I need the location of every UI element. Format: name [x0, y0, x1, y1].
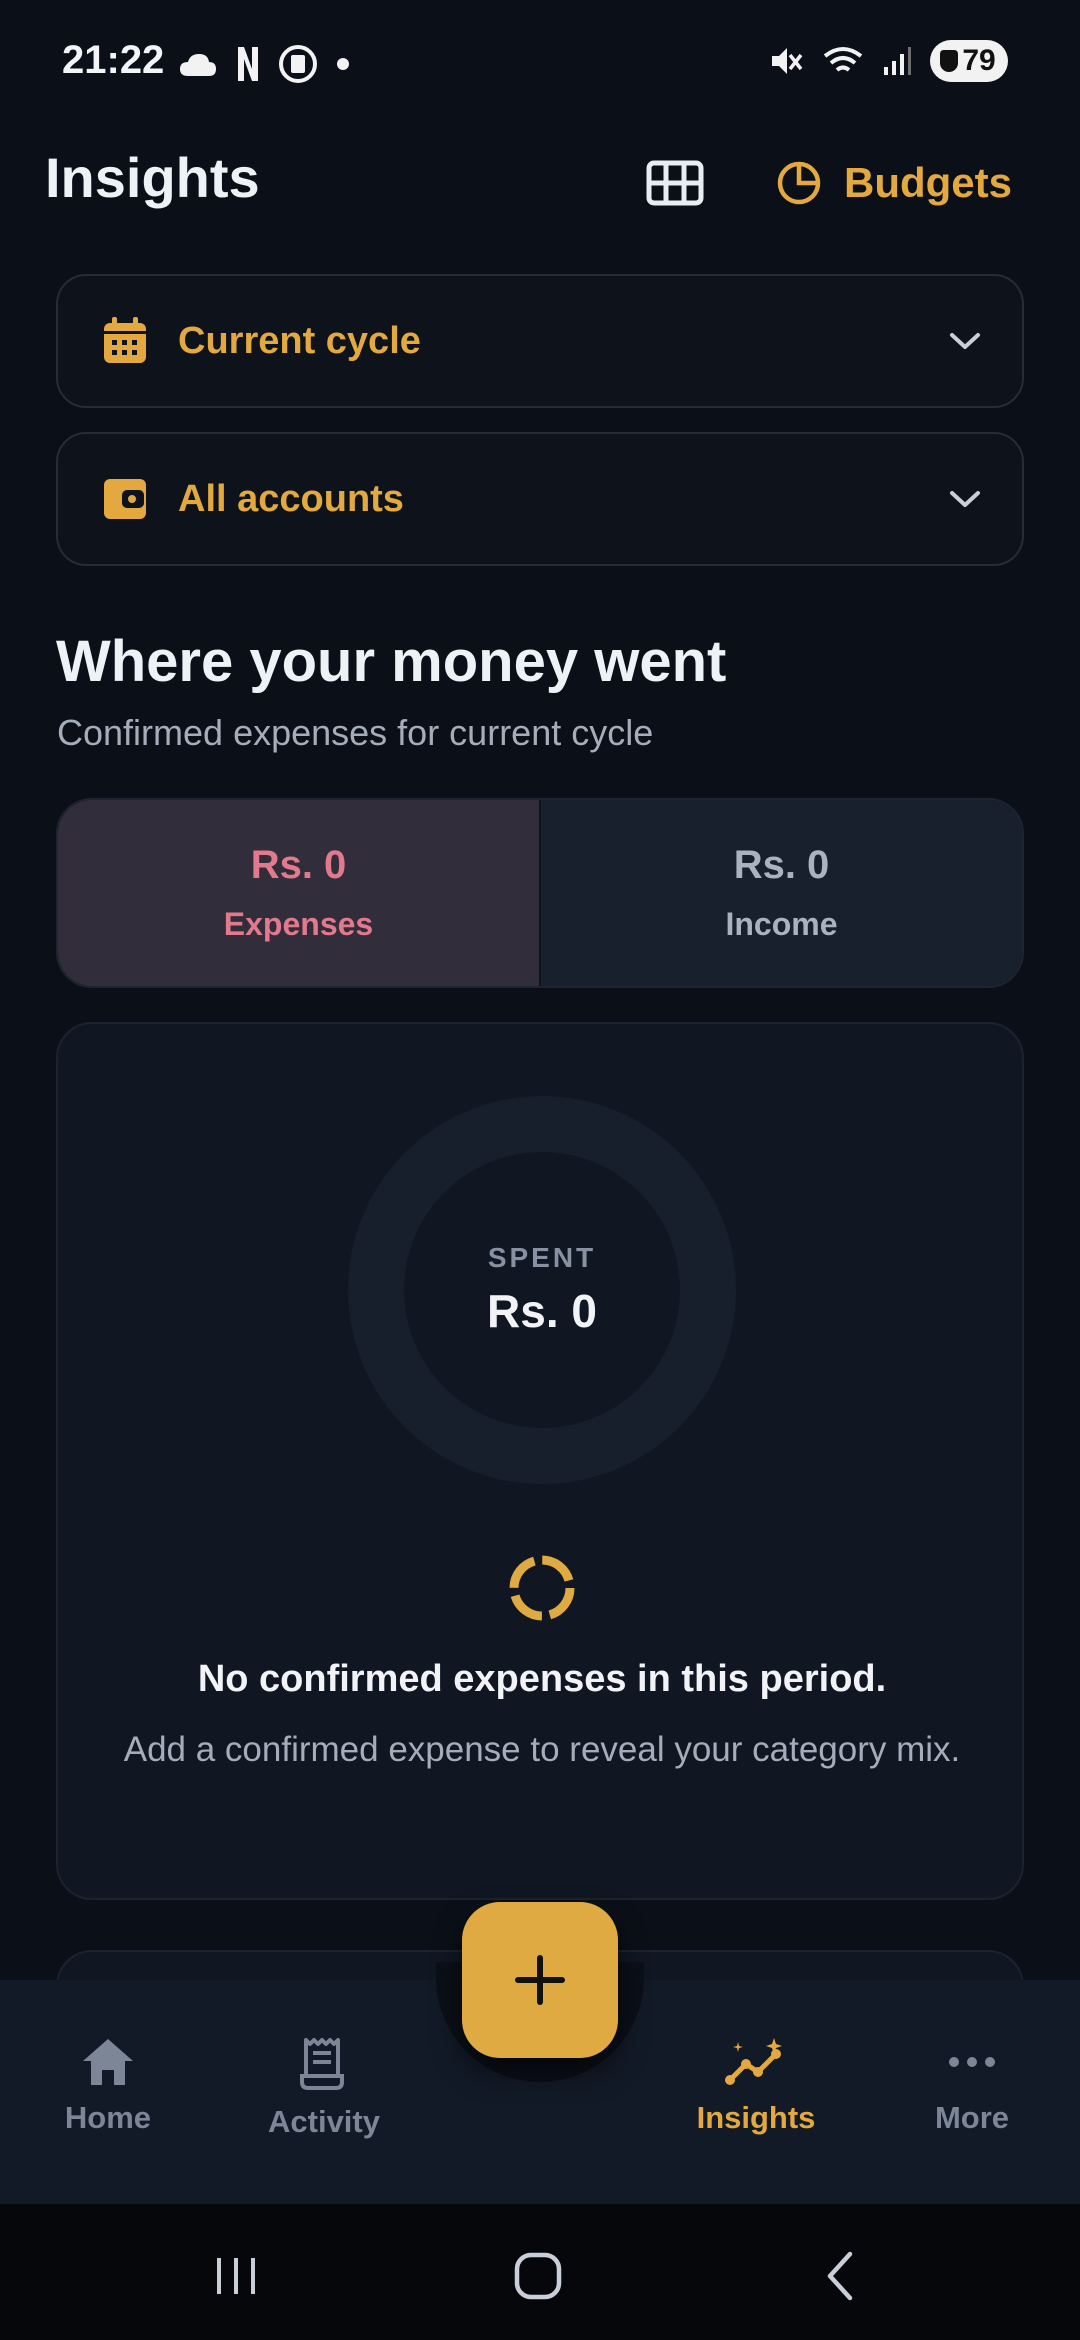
home-circle-icon: [514, 2252, 562, 2300]
app-notification-icon: [279, 45, 317, 83]
battery-level: 79: [962, 44, 996, 77]
cycle-dropdown[interactable]: Current cycle: [56, 274, 1024, 408]
section-title: Where your money went: [56, 629, 727, 694]
expense-income-toggle: Rs. 0 Expenses Rs. 0 Income: [56, 798, 1024, 988]
recent-apps-icon: [217, 2258, 255, 2294]
nav-home[interactable]: Home: [18, 2036, 198, 2136]
status-notification-icons: [178, 44, 350, 84]
chevron-down-icon: [950, 491, 980, 507]
dot-icon: [337, 58, 349, 70]
status-system-icons: 79: [768, 40, 1008, 82]
receipt-icon: [300, 2038, 344, 2090]
budgets-button[interactable]: Budgets: [776, 148, 1012, 218]
recent-apps-button[interactable]: [196, 2246, 276, 2306]
battery-indicator: 79: [930, 40, 1008, 82]
mute-icon: [772, 48, 803, 74]
accounts-dropdown-label: All accounts: [178, 477, 404, 520]
donut-center: SPENT Rs. 0: [348, 1096, 736, 1484]
calendar-icon: [104, 317, 146, 363]
wallet-icon: [104, 479, 146, 519]
home-icon: [83, 2039, 133, 2085]
add-transaction-button[interactable]: [462, 1902, 618, 2058]
expenses-tab[interactable]: Rs. 0 Expenses: [58, 800, 539, 986]
home-system-button[interactable]: [498, 2246, 578, 2306]
accounts-dropdown[interactable]: All accounts: [56, 432, 1024, 566]
wifi-icon: [823, 47, 863, 72]
nav-more[interactable]: More: [882, 2036, 1062, 2136]
chevron-down-icon: [950, 333, 980, 349]
nav-activity[interactable]: Activity: [234, 2036, 414, 2140]
nav-insights[interactable]: Insights: [666, 2036, 846, 2136]
nav-home-label: Home: [64, 2100, 152, 2135]
page-title: Insights: [45, 146, 260, 209]
section-subtitle: Confirmed expenses for current cycle: [57, 712, 654, 753]
status-time: 21:22: [62, 38, 165, 82]
budgets-label: Budgets: [844, 159, 1012, 206]
income-label: Income: [725, 906, 838, 942]
empty-state-description: Add a confirmed expense to reveal your c…: [123, 1730, 961, 1769]
nav-activity-label: Activity: [268, 2104, 380, 2139]
netflix-icon: [238, 47, 258, 81]
nav-insights-label: Insights: [696, 2100, 816, 2135]
donut-amount: Rs. 0: [487, 1285, 597, 1337]
cloud-icon: [180, 54, 216, 76]
empty-state-title: No confirmed expenses in this period.: [197, 1658, 887, 1700]
plus-icon: [515, 1955, 565, 2005]
donut-caption: SPENT: [487, 1242, 597, 1273]
pie-chart-icon: [777, 161, 821, 205]
loading-ring-icon: [509, 1555, 575, 1621]
spending-card: SPENT Rs. 0 No confirmed expenses in thi…: [56, 1022, 1024, 1900]
back-chevron-icon: [827, 2251, 853, 2301]
expenses-label: Expenses: [223, 906, 374, 942]
back-button[interactable]: [800, 2246, 880, 2306]
expenses-amount: Rs. 0: [250, 843, 347, 887]
signal-icon: [884, 47, 911, 75]
income-tab[interactable]: Rs. 0 Income: [539, 800, 1022, 986]
insights-icon: [725, 2038, 782, 2085]
cycle-dropdown-label: Current cycle: [178, 319, 421, 362]
grid-icon: [646, 160, 704, 206]
nav-more-label: More: [934, 2100, 1010, 2135]
status-bar: 21:22 79: [0, 0, 1080, 130]
grid-view-button[interactable]: [640, 148, 710, 218]
more-icon: [949, 2057, 995, 2067]
battery-shield-icon: [940, 50, 959, 72]
income-amount: Rs. 0: [733, 843, 830, 887]
